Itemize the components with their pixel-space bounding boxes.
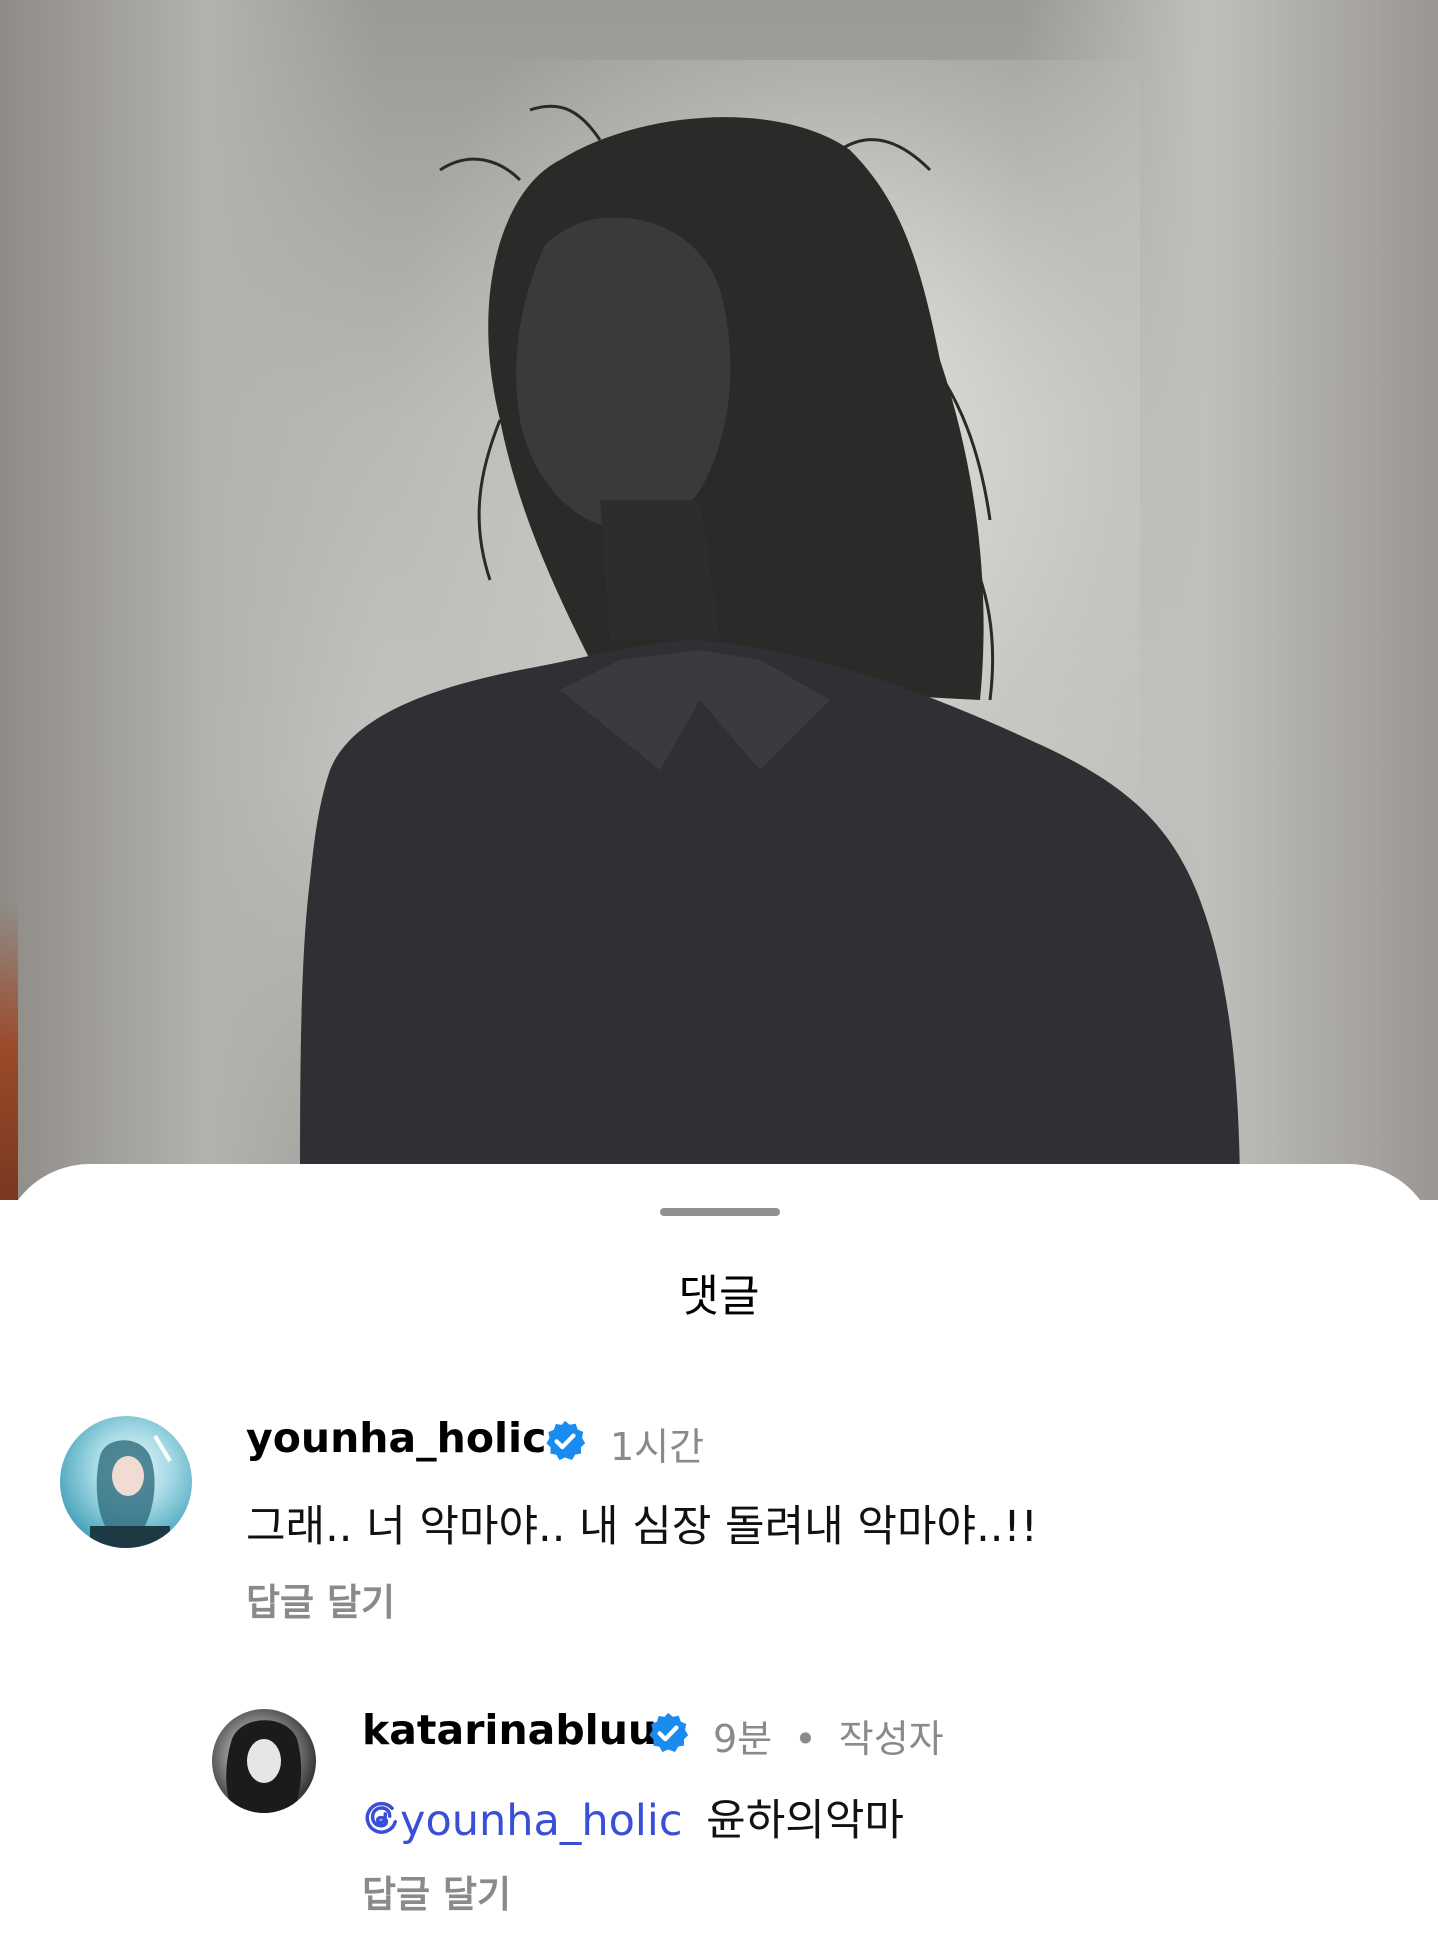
reply-button[interactable]: 답글 달기 <box>362 1864 511 1918</box>
comment-username[interactable]: katarinabluu <box>362 1706 657 1754</box>
comment-text: 그래.. 너 악마야.. 내 심장 돌려내 악마야..!! <box>246 1502 1038 1552</box>
post-photo <box>0 0 1438 1200</box>
comment-username[interactable]: younha_holic <box>246 1414 546 1462</box>
silhouette-figure <box>300 104 1240 1200</box>
reply-button[interactable]: 답글 달기 <box>246 1572 395 1626</box>
sheet-grabber[interactable] <box>660 1208 780 1216</box>
comment-text-row: younha_holic 윤하의악마 <box>362 1786 904 1848</box>
verified-badge-icon <box>649 1712 689 1753</box>
verified-badge-icon <box>546 1420 586 1461</box>
comment-meta: 9분 • 작성자 <box>713 1708 944 1763</box>
comment-time: 1시간 <box>610 1425 705 1469</box>
meta-separator: • <box>794 1717 817 1761</box>
threads-mention-icon <box>365 1801 397 1834</box>
comment-text: 윤하의악마 <box>706 1796 904 1846</box>
comment-time: 9분 <box>713 1717 773 1761</box>
mention-username: younha_holic <box>400 1796 683 1846</box>
author-tag: 작성자 <box>838 1717 944 1761</box>
avatar[interactable] <box>212 1709 316 1813</box>
comments-sheet: 댓글 younha_holic 1시간 그래.. 너 악마야.. 내 심장 돌려… <box>0 1164 1438 1951</box>
sheet-title: 댓글 <box>678 1271 760 1322</box>
mention-link[interactable]: younha_holic <box>362 1796 682 1846</box>
avatar[interactable] <box>60 1416 192 1548</box>
